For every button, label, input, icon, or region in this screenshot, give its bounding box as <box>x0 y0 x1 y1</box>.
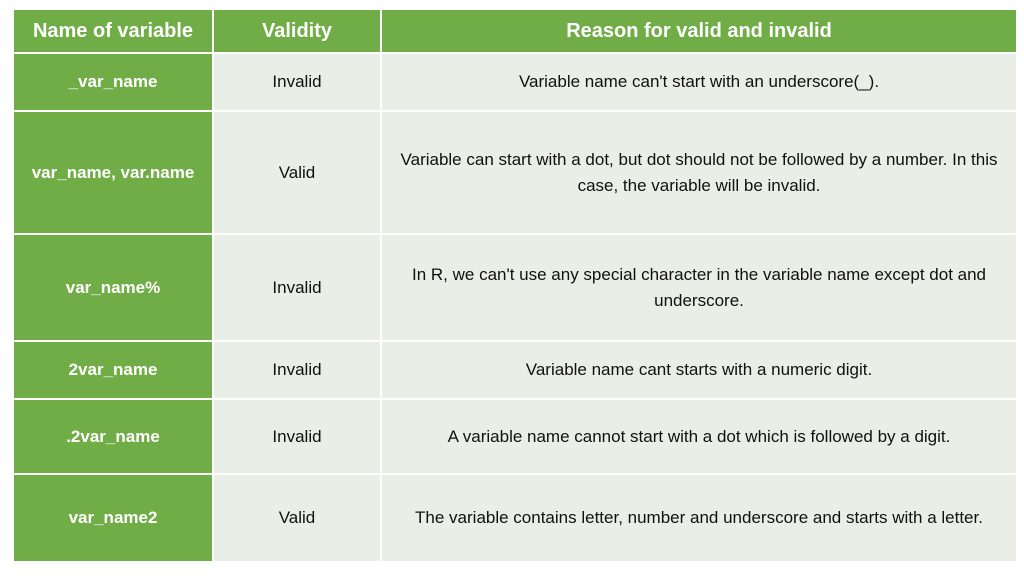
table-row: _var_name Invalid Variable name can't st… <box>12 52 1018 112</box>
validity-cell: Valid <box>212 110 382 235</box>
header-row: Name of variable Validity Reason for val… <box>12 8 1018 54</box>
variable-name-cell: _var_name <box>12 52 214 112</box>
reason-cell: Variable name can't start with an unders… <box>380 52 1018 112</box>
variable-name-cell: 2var_name <box>12 340 214 400</box>
table-row: var_name, var.name Valid Variable can st… <box>12 110 1018 235</box>
reason-cell: A variable name cannot start with a dot … <box>380 398 1018 475</box>
header-reason: Reason for valid and invalid <box>380 8 1018 54</box>
header-validity: Validity <box>212 8 382 54</box>
variable-naming-table: Name of variable Validity Reason for val… <box>12 8 1018 563</box>
variable-name-cell: var_name2 <box>12 473 214 563</box>
header-name-of-variable: Name of variable <box>12 8 214 54</box>
reason-cell: In R, we can't use any special character… <box>380 233 1018 342</box>
validity-cell: Valid <box>212 473 382 563</box>
table-row: var_name% Invalid In R, we can't use any… <box>12 233 1018 342</box>
variable-name-cell: var_name, var.name <box>12 110 214 235</box>
validity-cell: Invalid <box>212 52 382 112</box>
table-row: var_name2 Valid The variable contains le… <box>12 473 1018 563</box>
variable-name-cell: var_name% <box>12 233 214 342</box>
reason-cell: The variable contains letter, number and… <box>380 473 1018 563</box>
validity-cell: Invalid <box>212 340 382 400</box>
reason-cell: Variable can start with a dot, but dot s… <box>380 110 1018 235</box>
table-row: 2var_name Invalid Variable name cant sta… <box>12 340 1018 400</box>
validity-cell: Invalid <box>212 398 382 475</box>
variable-name-cell: .2var_name <box>12 398 214 475</box>
table-row: .2var_name Invalid A variable name canno… <box>12 398 1018 475</box>
reason-cell: Variable name cant starts with a numeric… <box>380 340 1018 400</box>
validity-cell: Invalid <box>212 233 382 342</box>
